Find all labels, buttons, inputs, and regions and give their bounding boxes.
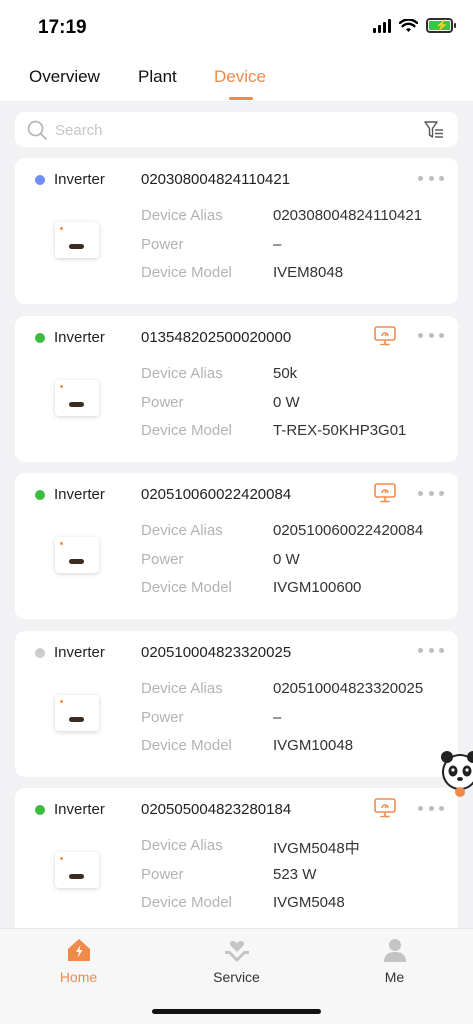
model-label: Device Model (141, 894, 232, 911)
home-indicator (152, 1009, 321, 1014)
model-value: IVGM100600 (273, 579, 362, 596)
status-dot (35, 332, 45, 343)
device-serial: 020308004824110421 (141, 171, 291, 188)
nav-service[interactable]: Service (158, 929, 315, 999)
device-serial: 020510060022420084 (141, 486, 292, 503)
monitor-icon[interactable] (374, 798, 396, 818)
more-options-icon[interactable] (418, 643, 444, 659)
device-card[interactable]: Inverter 020308004824110421 Device Alias… (15, 158, 458, 304)
alias-label: Device Alias (141, 837, 223, 854)
alias-label: Device Alias (141, 207, 223, 224)
model-value: IVGM5048 (273, 894, 345, 911)
device-serial: 013548202500020000 (141, 328, 292, 346)
alias-value: IVGM5048中 (273, 840, 360, 857)
power-value: – (273, 236, 282, 253)
search-input[interactable] (55, 120, 395, 140)
tab-device[interactable]: Device (214, 67, 266, 87)
cellular-signal-icon (373, 18, 391, 33)
power-label: Power (141, 708, 184, 726)
model-label: Device Model (141, 579, 232, 596)
more-options-icon[interactable] (418, 170, 444, 186)
battery-icon: ⚡ (426, 18, 456, 33)
model-label: Device Model (141, 736, 232, 754)
device-type: Inverter (54, 171, 105, 188)
power-label: Power (141, 866, 184, 883)
status-dot (35, 490, 45, 500)
more-options-icon[interactable] (418, 800, 444, 816)
power-label: Power (141, 393, 184, 411)
home-icon (68, 939, 90, 961)
alias-value: 020510004823320025 (273, 679, 424, 697)
alias-value: 020510060022420084 (273, 522, 424, 539)
more-options-icon[interactable] (418, 485, 444, 501)
status-dot (35, 647, 45, 658)
monitor-icon[interactable] (374, 483, 396, 503)
model-value: IVGM10048 (273, 736, 354, 754)
nav-me[interactable]: Me (316, 929, 473, 999)
status-bar: 17:19 ⚡ (0, 0, 473, 56)
panda-assistant-icon[interactable] (440, 748, 473, 800)
power-value: 0 W (273, 551, 300, 568)
inverter-icon (55, 852, 99, 888)
nav-home-label: Home (59, 969, 98, 985)
device-type: Inverter (54, 328, 105, 346)
power-label: Power (141, 551, 184, 568)
alias-label: Device Alias (141, 679, 223, 697)
device-type: Inverter (54, 486, 105, 503)
device-serial: 020510004823320025 (141, 643, 292, 661)
wifi-icon (399, 18, 418, 32)
tab-plant[interactable]: Plant (138, 67, 177, 87)
power-value: 0 W (273, 393, 300, 411)
device-list: Inverter 020308004824110421 Device Alias… (15, 158, 458, 946)
device-type: Inverter (54, 643, 105, 661)
device-type: Inverter (54, 801, 105, 818)
inverter-icon (55, 694, 99, 731)
more-options-icon[interactable] (418, 328, 444, 344)
search-bar (15, 112, 458, 147)
status-dot (35, 805, 45, 815)
model-label: Device Model (141, 264, 232, 281)
person-icon (384, 939, 406, 962)
model-value: IVEM8048 (273, 264, 344, 281)
inverter-icon (55, 379, 99, 416)
search-icon (27, 120, 47, 140)
tab-indicator (229, 97, 253, 100)
service-icon (225, 941, 249, 962)
alias-value: 50k (273, 364, 298, 382)
nav-service-label: Service (213, 969, 260, 985)
status-dot (35, 175, 45, 185)
nav-me-label: Me (384, 969, 405, 985)
nav-home[interactable]: Home (0, 929, 157, 999)
power-label: Power (141, 236, 184, 253)
device-serial: 020505004823280184 (141, 801, 292, 818)
device-card[interactable]: Inverter 020505004823280184 Device Alias… (15, 788, 458, 934)
inverter-icon (55, 537, 99, 573)
device-card[interactable]: Inverter 020510004823320025 Device Alias… (15, 630, 458, 777)
alias-label: Device Alias (141, 522, 223, 539)
inverter-icon (55, 222, 99, 258)
model-label: Device Model (141, 421, 232, 439)
status-icons: ⚡ (373, 18, 456, 33)
alias-label: Device Alias (141, 364, 223, 382)
power-value: – (273, 708, 282, 726)
device-card[interactable]: Inverter 013548202500020000 Device Alias… (15, 315, 458, 462)
model-value: T-REX-50KHP3G01 (273, 421, 407, 439)
filter-icon[interactable] (424, 120, 444, 140)
alias-value: 020308004824110421 (273, 207, 423, 224)
top-tabs: Overview Plant Device (0, 56, 473, 101)
monitor-icon[interactable] (374, 325, 396, 346)
device-card[interactable]: Inverter 020510060022420084 Device Alias… (15, 473, 458, 619)
power-value: 523 W (273, 866, 317, 883)
tab-overview[interactable]: Overview (29, 67, 100, 87)
status-time: 17:19 (38, 17, 87, 38)
